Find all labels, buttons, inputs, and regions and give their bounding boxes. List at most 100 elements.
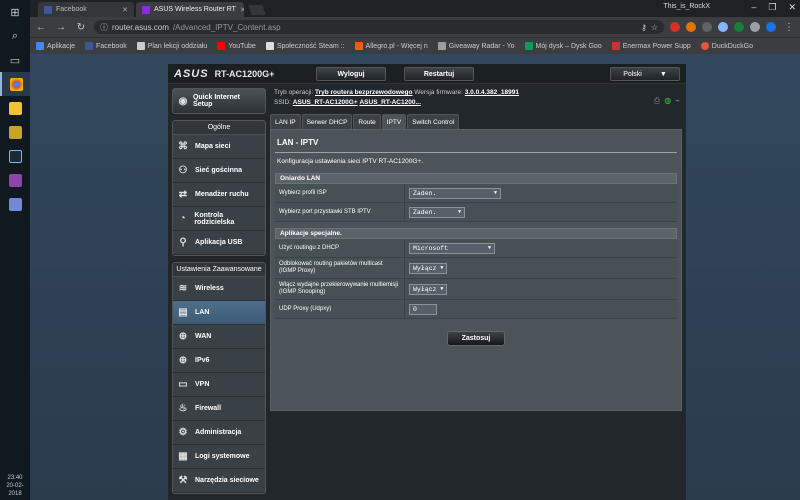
reload-icon[interactable]: ↻ [74,22,88,33]
steam-icon[interactable] [0,144,30,168]
sidebar-item-wan[interactable]: ⊕ WAN [173,325,265,349]
ssid-link-2[interactable]: ASUS_RT-AC1200... [359,99,420,106]
task-view-icon[interactable]: ▭ [0,48,30,72]
sidebar-item-network-tools[interactable]: ⚒ Narzędzia sieciowe [173,469,265,493]
extension-blue-icon[interactable] [718,22,728,32]
star-icon[interactable]: ☆ [651,23,658,32]
close-icon[interactable]: ✕ [240,6,244,14]
igmp-snooping-select[interactable]: Wyłącz ▼ [409,283,447,295]
sidebar-item-label: Aplikacja USB [195,239,243,246]
discord-icon[interactable] [0,192,30,216]
select-value: Wyłącz [413,285,437,293]
dhcp-routing-select[interactable]: Microsoft ▼ [409,242,495,254]
navigation-bar: ← → ↻ ⓘ router.asus.com/Advanced_IPTV_Co… [30,17,800,37]
sidebar-item-guest-network[interactable]: ⚇ Sieć gościnna [173,159,265,183]
printer-icon[interactable]: ⎙ [654,96,660,106]
windows-start-icon[interactable]: ⊞ [0,0,30,24]
clock[interactable]: 23:40 20-02-2018 [0,474,30,500]
minimize-icon[interactable]: – [751,2,756,13]
facebook-icon [85,42,94,50]
bookmark-label: Allegro.pl - Więcej n [365,42,428,50]
logout-button[interactable]: Wyloguj [316,67,386,81]
sidebar-item-parental-control[interactable]: ◔ Kontrola rodzicielska [173,207,265,231]
maximize-icon[interactable]: ❐ [768,2,776,13]
restart-button[interactable]: Restartuj [404,67,474,81]
bookmark-steam[interactable]: Społeczność Steam :: [265,42,345,50]
sidebar-item-vpn[interactable]: ▭ VPN [173,373,265,397]
key-icon[interactable]: ⚷ [641,23,647,32]
table-row: Wybierz port przystawki STB IPTV Zaden. ▼ [275,203,677,222]
browser-chrome: Facebook ✕ ASUS Wireless Router RT ✕ Thi… [30,0,800,54]
forward-icon[interactable]: → [54,22,68,33]
chrome-app-icon[interactable] [0,72,30,96]
extension-orange-icon[interactable] [686,22,696,32]
apply-button[interactable]: Zastosuj [447,331,505,346]
info-icon[interactable]: ⓘ [100,22,108,33]
tab-dhcp-server[interactable]: Serwer DHCP [301,114,353,129]
guest-network-icon: ⚇ [178,165,188,176]
bookmark-drive[interactable]: Mój dysk – Dysk Goo [524,42,602,50]
sidebar-item-label: Logi systemowe [195,453,250,460]
sidebar-item-wireless[interactable]: ≋ Wireless [173,277,265,301]
bookmark-facebook[interactable]: Facebook [85,42,127,50]
search-icon[interactable]: ⌕ [0,24,30,48]
file-explorer-icon[interactable] [0,96,30,120]
sidebar-item-system-log[interactable]: ▦ Logi systemowe [173,445,265,469]
sidebar-item-firewall[interactable]: ♨ Firewall [173,397,265,421]
sidebar-item-administration[interactable]: ⚙ Administracja [173,421,265,445]
bookmark-apps[interactable]: Aplikacje [36,42,75,50]
sidebar-item-label: Firewall [195,405,222,412]
isp-profile-label: Wybierz profil ISP [275,184,405,202]
operation-mode-link[interactable]: Tryb routera bezprzewodowego [315,89,413,96]
sidebar-item-lan[interactable]: ▤ LAN [173,301,265,325]
bookmark-youtube[interactable]: YouTube [217,42,256,50]
stb-port-select[interactable]: Zaden. ▼ [409,206,465,218]
isp-profile-select[interactable]: Zaden. ▼ [409,187,501,199]
media-app-icon[interactable] [0,168,30,192]
bookmark-giveaway[interactable]: Giveaway Radar - Yo [437,42,515,50]
menu-icon[interactable]: ⋮ [782,22,796,33]
close-icon[interactable]: ✕ [122,6,128,14]
browser-tab-asus[interactable]: ASUS Wireless Router RT ✕ [136,2,244,17]
firmware-version-link[interactable]: 3.0.0.4.382_18991 [465,89,519,96]
new-tab-button[interactable] [248,5,266,15]
extension-green-icon[interactable] [734,22,744,32]
sidebar-item-ipv6[interactable]: ⊕ IPv6 [173,349,265,373]
language-select[interactable]: Polski ▼ [610,67,680,81]
tab-route[interactable]: Route [353,114,381,129]
extension-darkblue-icon[interactable] [766,22,776,32]
browser-tab-facebook[interactable]: Facebook ✕ [38,2,134,17]
bookmark-duckduckgo[interactable]: DuckDuckGo [700,42,753,50]
extension-red-icon[interactable] [670,22,680,32]
address-bar[interactable]: ⓘ router.asus.com/Advanced_IPTV_Content.… [94,20,664,34]
close-window-icon[interactable]: ✕ [788,2,796,13]
bookmark-label: Enermax Power Supp [622,42,691,50]
lan-icon: ▤ [178,307,188,318]
router-header: ASUS RT-AC1200G+ Wyloguj Restartuj Polsk… [168,64,686,84]
sidebar-item-network-map[interactable]: ⌘ Mapa sieci [173,135,265,159]
tab-lan-ip[interactable]: LAN IP [270,114,301,129]
igmp-proxy-select[interactable]: Wyłącz ▼ [409,262,447,274]
extension-lightgray-icon[interactable] [750,22,760,32]
special-apps-section: Aplikacje specjalne. Użyć routingu z DHC… [275,228,677,319]
udpxy-input[interactable]: 0 [409,303,437,315]
sidebar-item-label: VPN [195,381,210,388]
extension-gray-icon[interactable] [702,22,712,32]
profile-name[interactable]: This_is_RockX [663,3,710,10]
tab-iptv[interactable]: IPTV [381,114,407,129]
vpn-icon: ▭ [178,379,188,390]
quick-internet-setup-button[interactable]: ◉ Quick Internet Setup [172,88,266,114]
network-status-icon[interactable]: ◍ [664,96,671,106]
tab-switch-control[interactable]: Switch Control [407,114,460,129]
usb-status-icon[interactable]: ⌁ [675,96,680,106]
sidebar-item-traffic-manager[interactable]: ⇄ Menadżer ruchu [173,183,265,207]
ipv6-icon: ⊕ [178,355,188,366]
bookmark-plan[interactable]: Plan lekcji oddziału [136,42,207,50]
router-model: RT-AC1200G+ [214,68,275,79]
bookmark-allegro[interactable]: Allegro.pl - Więcej n [354,42,428,50]
app-yellow-icon[interactable] [0,120,30,144]
sidebar-item-usb-application[interactable]: ⚲ Aplikacja USB [173,231,265,255]
bookmark-enermax[interactable]: Enermax Power Supp [611,42,691,50]
back-icon[interactable]: ← [34,22,48,33]
ssid-link-1[interactable]: ASUS_RT-AC1200G+ [293,99,358,106]
